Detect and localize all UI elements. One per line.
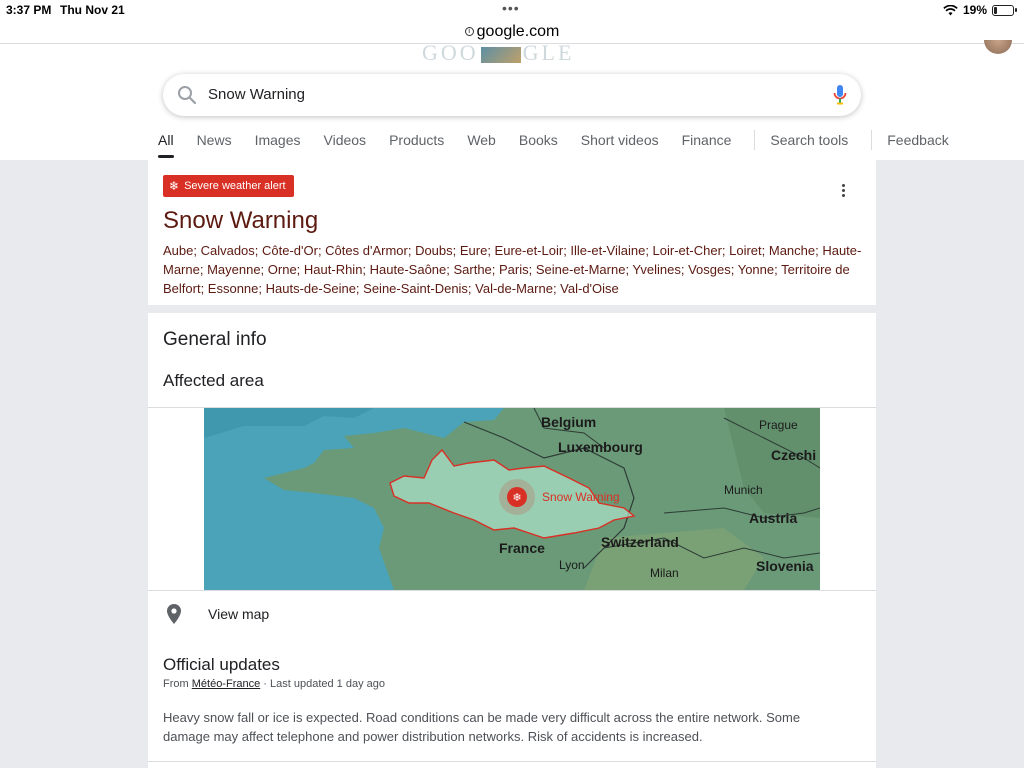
google-doodle-logo[interactable]: GOO GLE	[422, 44, 602, 66]
status-date: Thu Nov 21	[60, 3, 125, 17]
from-prefix: From	[163, 678, 192, 690]
status-time: 3:37 PM	[6, 3, 52, 17]
affected-area-heading: Affected area	[163, 371, 264, 390]
tab-all[interactable]: All	[158, 132, 174, 158]
weather-alert-card: ❄ Severe weather alert Snow Warning Aube…	[148, 160, 876, 305]
search-icon[interactable]	[177, 85, 197, 105]
snowflake-icon: ❄	[169, 179, 180, 193]
status-right: 19%	[943, 3, 1017, 17]
badge-label: Severe weather alert	[184, 180, 286, 192]
feedback-link[interactable]: Feedback	[887, 132, 948, 158]
update-meta: From Météo-France · Last updated 1 day a…	[163, 678, 385, 690]
status-bar: 3:37 PM Thu Nov 21 ••• 19%	[0, 0, 1024, 20]
update-body: Heavy snow fall or ice is expected. Road…	[163, 710, 801, 744]
microphone-icon[interactable]	[833, 84, 847, 106]
map-label-snow-warning[interactable]: Snow Warning	[542, 490, 620, 504]
wifi-icon	[943, 4, 958, 15]
tab-news[interactable]: News	[197, 132, 232, 158]
tab-images[interactable]: Images	[255, 132, 301, 158]
svg-text:❄: ❄	[512, 491, 521, 504]
map-label-austria: Austria	[749, 510, 798, 526]
battery-percent: 19%	[962, 3, 987, 17]
tab-books[interactable]: Books	[519, 132, 558, 158]
tab-divider	[754, 130, 756, 150]
avatar[interactable]	[984, 40, 1012, 54]
tab-divider	[871, 130, 873, 150]
affected-area-map-container: ❄ Belgium Luxembourg Prague Czechi Munic…	[148, 407, 876, 591]
url-display[interactable]: i google.com	[464, 22, 560, 41]
search-input[interactable]: Snow Warning	[208, 86, 305, 103]
tab-products[interactable]: Products	[389, 132, 444, 158]
severe-alert-badge: ❄ Severe weather alert	[163, 175, 294, 197]
map-label-lyon: Lyon	[559, 558, 585, 572]
more-options-icon[interactable]	[842, 184, 846, 200]
battery-icon	[992, 4, 1017, 16]
search-box[interactable]: Snow Warning	[163, 74, 861, 116]
url-text: google.com	[476, 22, 560, 40]
alert-title: Snow Warning	[163, 207, 319, 234]
address-bar[interactable]: i google.com	[0, 20, 1024, 44]
tab-videos[interactable]: Videos	[324, 132, 367, 158]
search-tools-button[interactable]: Search tools	[770, 132, 848, 158]
map-svg: ❄	[204, 408, 820, 590]
view-map-link[interactable]: View map	[148, 591, 876, 637]
map-label-czechia: Czechi	[771, 447, 817, 463]
site-info-icon[interactable]: i	[464, 27, 474, 36]
tab-web[interactable]: Web	[467, 132, 496, 158]
search-header: GOO GLE Snow Warning All News Images Videos P…	[0, 40, 1024, 160]
map-label-milan: Milan	[650, 566, 679, 580]
map-label-prague: Prague	[759, 418, 798, 432]
view-map-label: View map	[208, 606, 270, 622]
map-label-munich: Munich	[724, 483, 763, 497]
alert-areas: Aube; Calvados; Côte-d'Or; Côtes d'Armor…	[163, 243, 862, 296]
logo-text-left: GOO	[422, 44, 479, 65]
multitasking-dots-icon[interactable]: •••	[502, 0, 520, 16]
general-info-heading: General info	[163, 329, 267, 350]
map-label-luxembourg: Luxembourg	[558, 439, 643, 455]
map-label-belgium: Belgium	[541, 414, 597, 430]
tab-short-videos[interactable]: Short videos	[581, 132, 659, 158]
map-label-switzerland: Switzerland	[601, 534, 679, 550]
general-info-card: General info Affected area ❄ Belgium Lux…	[148, 313, 876, 768]
source-link[interactable]: Météo-France	[192, 678, 260, 690]
tab-finance[interactable]: Finance	[682, 132, 732, 158]
map-label-france: France	[499, 540, 545, 556]
affected-area-map[interactable]: ❄ Belgium Luxembourg Prague Czechi Munic…	[204, 408, 820, 590]
last-updated: · Last updated 1 day ago	[260, 678, 385, 690]
map-label-slovenia: Slovenia	[756, 558, 814, 574]
battery-fill	[994, 6, 997, 14]
official-updates-heading: Official updates	[163, 655, 280, 674]
search-tabs: All News Images Videos Products Web Books Short…	[158, 130, 972, 158]
logo-text-right: GLE	[522, 44, 575, 65]
map-pin-icon	[167, 604, 181, 624]
divider	[148, 761, 876, 762]
doodle-image	[480, 46, 521, 63]
